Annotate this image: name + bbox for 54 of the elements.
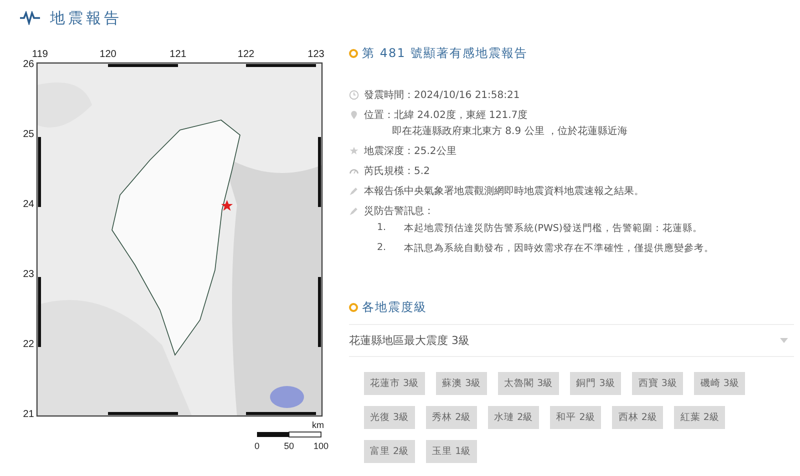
longitude-label: 121 [170,49,186,60]
intensity-tag: 水璉 2級 [488,406,540,429]
scale-label: 50 [284,441,294,451]
report-detail: 發震時間：2024/10/16 21:58:21 [364,88,520,102]
alert-message: 本訊息為系統自動發布，因時效需求存在不準確性，僅提供應變參考。 [404,242,714,255]
latitude-label: 25 [23,129,34,140]
intensity-tag: 花蓮市 3級 [364,372,426,395]
latitude-label: 24 [23,199,34,210]
intensity-tag: 光復 3級 [364,406,416,429]
intensity-tag: 銅門 3級 [570,372,622,395]
report-detail: 即在花蓮縣政府東北東方 8.9 公里 ，位於花蓮縣近海 [392,124,628,138]
bullet-ring-icon [349,49,358,58]
star-icon [349,146,359,156]
intensity-tag: 玉里 1級 [426,440,478,463]
map-pin-icon [349,110,359,120]
scale-bar [257,432,322,438]
page-title: 地震報告 [50,8,122,28]
epicenter-star-icon [221,200,233,211]
report-detail: 位置：北緯 24.02度，東經 121.7度 [364,108,528,122]
scale-label: 0 [254,441,260,451]
section-title: 各地震度級 [362,299,427,316]
list-number: 2. [377,242,386,255]
clock-icon [349,90,359,100]
intensity-tag: 富里 2級 [364,440,416,463]
report-detail: 地震深度：25.2公里 [364,144,456,158]
latitude-label: 23 [23,269,34,280]
alert-message: 本起地震預估達災防告警系統(PWS)發送門檻，告警範圍：花蓮縣。 [404,222,703,235]
latitude-label: 22 [23,339,34,350]
intensity-tag: 和平 2級 [550,406,602,429]
intensity-tag: 西寶 3級 [632,372,684,395]
list-number: 1. [377,222,386,235]
intensity-tag: 蘇澳 3級 [436,372,488,395]
report-detail: 本報告係中央氣象署地震觀測網即時地震資料地震速報之結果。 [364,184,644,198]
intensity-tag: 太魯閣 3級 [498,372,560,395]
caret-icon [780,338,788,343]
scale-unit: km [312,420,324,430]
intensity-tag: 西林 2級 [612,406,664,429]
longitude-label: 120 [100,49,116,60]
longitude-label: 123 [308,49,324,60]
latitude-label: 26 [23,59,34,70]
intensity-tag: 磯崎 3級 [694,372,746,395]
longitude-label: 122 [238,49,254,60]
report-detail: 災防告警訊息： [364,204,434,218]
region-dropdown[interactable]: 花蓮縣地區最大震度 3級 [349,324,794,357]
bullet-ring-icon [349,303,358,312]
intensity-tag: 紅葉 2級 [674,406,726,429]
intensity-tag: 秀林 2級 [426,406,478,429]
longitude-label: 119 [32,49,48,60]
seismic-wave-icon [20,11,40,25]
report-title: 第 481 號顯著有感地震報告 [362,45,528,62]
latitude-label: 21 [23,409,34,420]
gauge-icon [349,166,359,176]
report-detail: 芮氏規模：5.2 [364,164,430,178]
scale-label: 100 [313,441,329,451]
